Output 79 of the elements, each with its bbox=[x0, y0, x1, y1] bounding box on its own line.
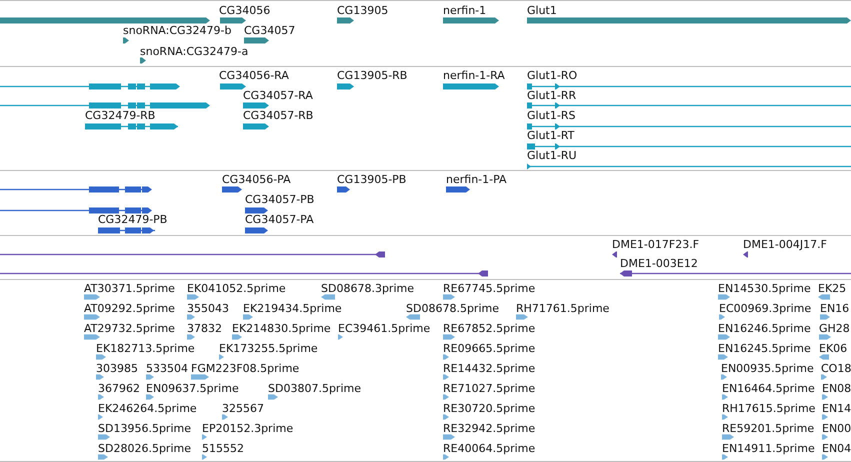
feature-label: EC00969.3prime bbox=[719, 302, 812, 315]
feature-label: snoRNA:CG32479-b bbox=[123, 24, 232, 37]
feature-label: EN14 bbox=[822, 402, 851, 415]
feature-label: EK219434.5prime bbox=[243, 302, 342, 315]
feature-label: SD08678.3prime bbox=[321, 282, 414, 295]
feature-label: RH71761.5prime bbox=[516, 302, 610, 315]
feature-label: SD13956.5prime bbox=[98, 422, 191, 435]
feature-label: nerfin-1-RA bbox=[443, 69, 505, 82]
feature-label: RE32942.5prime bbox=[443, 422, 536, 435]
feature-label: DME1-004J17.F bbox=[743, 238, 827, 251]
feature-label: RE71027.5prime bbox=[443, 382, 536, 395]
feature-label: 37832 bbox=[187, 322, 222, 335]
feature-label: CG34056-PA bbox=[222, 173, 291, 186]
feature-label: CG13905 bbox=[337, 4, 388, 17]
feature-label: RE14432.5prime bbox=[443, 362, 536, 375]
feature-label: 515552 bbox=[202, 442, 244, 455]
feature-label: CG13905-PB bbox=[337, 173, 406, 186]
feature-label: Glut1-RS bbox=[527, 109, 576, 122]
feature-label: EN14911.5prime bbox=[722, 442, 815, 455]
feature-label: CG34057-PA bbox=[245, 213, 314, 226]
feature-label: Glut1-RR bbox=[527, 89, 576, 102]
feature-label: snoRNA:CG32479-a bbox=[140, 45, 248, 58]
feature-label: 325567 bbox=[222, 402, 264, 415]
feature-label: EN16464.5prime bbox=[722, 382, 815, 395]
feature-label: AT09292.5prime bbox=[84, 302, 175, 315]
feature-label: EN09637.5prime bbox=[146, 382, 239, 395]
feature-label: AT29732.5prime bbox=[84, 322, 175, 335]
feature-label: Glut1 bbox=[527, 4, 557, 17]
feature-label: EK182713.5prime bbox=[96, 342, 195, 355]
feature-label: CG34056 bbox=[219, 4, 270, 17]
feature-label: 355043 bbox=[187, 302, 229, 315]
feature-label: SD08678.5prime bbox=[406, 302, 499, 315]
feature-label: SD28026.5prime bbox=[98, 442, 191, 455]
feature-label: EN16245.5prime bbox=[718, 342, 811, 355]
feature-label: EN00 bbox=[822, 422, 851, 435]
feature-label: CG34057-PB bbox=[245, 193, 314, 206]
feature-label: EK041052.5prime bbox=[187, 282, 286, 295]
feature-label: Glut1-RT bbox=[527, 129, 574, 142]
feature-label: EK06 bbox=[819, 342, 848, 355]
feature-label: EN04 bbox=[822, 442, 851, 455]
feature-label: EK214830.5prime bbox=[232, 322, 331, 335]
feature-label: EP20152.3prime bbox=[202, 422, 294, 435]
feature-label: RE67745.5prime bbox=[443, 282, 536, 295]
feature-label: CG34057 bbox=[244, 24, 296, 37]
feature-label: nerfin-1 bbox=[443, 4, 486, 17]
feature-label: CO18 bbox=[821, 362, 851, 375]
feature-label: RE30720.5prime bbox=[443, 402, 536, 415]
feature-label: RE67852.5prime bbox=[443, 322, 536, 335]
feature-label: RH17615.5prime bbox=[722, 402, 816, 415]
feature-label: Glut1-RO bbox=[527, 69, 578, 82]
feature-label: DME1-003E12 bbox=[620, 257, 698, 270]
feature-label: 367962 bbox=[98, 382, 140, 395]
feature-label: EK246264.5prime bbox=[98, 402, 197, 415]
feature-label: CG34057-RA bbox=[243, 89, 313, 102]
feature-label: RE59201.5prime bbox=[722, 422, 814, 435]
feature-label: nerfin-1-PA bbox=[446, 173, 507, 186]
feature-label: CG34056-RA bbox=[219, 69, 289, 82]
feature-label: EN00935.5prime bbox=[721, 362, 814, 375]
feature-label: GH28 bbox=[819, 322, 850, 335]
feature-label: DME1-017F23.F bbox=[612, 238, 700, 251]
feature-label: FGM223F08.5prime bbox=[191, 362, 300, 375]
feature-label: CG13905-RB bbox=[337, 69, 408, 82]
feature-label: CG32479-PB bbox=[98, 213, 168, 226]
feature-label: EN16246.5prime bbox=[718, 322, 811, 335]
feature-label: RE40064.5prime bbox=[443, 442, 536, 455]
feature-label: EK25 bbox=[818, 282, 846, 295]
feature-label: EN08 bbox=[822, 382, 851, 395]
feature-label: SD03807.5prime bbox=[268, 382, 361, 395]
feature-label: 303985 bbox=[96, 362, 138, 375]
feature-label: 533504 bbox=[146, 362, 188, 375]
feature-label: AT30371.5prime bbox=[84, 282, 175, 295]
feature-label: EN14530.5prime bbox=[718, 282, 811, 295]
feature-label: RE09665.5prime bbox=[443, 342, 536, 355]
feature-label: EN16 bbox=[820, 302, 850, 315]
feature-label: EC39461.5prime bbox=[338, 322, 430, 335]
feature-label: CG32479-RB bbox=[85, 109, 156, 122]
feature-label: CG34057-RB bbox=[243, 109, 314, 122]
feature-label: Glut1-RU bbox=[527, 149, 577, 162]
feature-label: EK173255.5prime bbox=[219, 342, 318, 355]
